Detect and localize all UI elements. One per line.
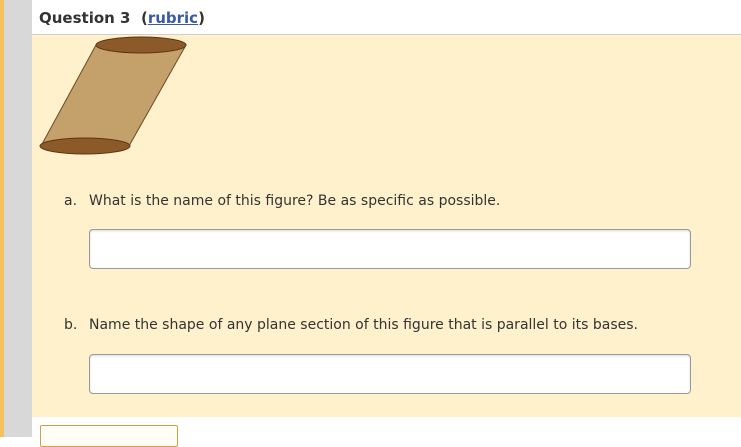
question-b-prompt: b. Name the shape of any plane section of… [64,317,638,333]
oblique-cylinder-figure [39,36,187,155]
cylinder-body [40,44,187,147]
question-b-letter: b. [64,317,78,333]
footer-strip [32,417,741,447]
question-panel: a. What is the name of this figure? Be as… [32,35,741,417]
question-number: Question 3 [39,9,131,27]
question-header: Question 3 (rubric) [32,0,741,35]
rubric-link[interactable]: rubric [148,9,198,27]
question-b-text: Name the shape of any plane section of t… [89,317,638,333]
submit-button-label [41,426,177,432]
left-gutter [4,0,32,437]
answer-a-input[interactable] [89,229,691,269]
answer-b-input[interactable] [89,354,691,394]
cylinder-top-base [95,36,187,54]
cylinder-bottom-base [39,137,131,155]
submit-button[interactable] [40,425,178,447]
question-a-letter: a. [64,193,78,209]
question-a-text: What is the name of this figure? Be as s… [89,193,501,209]
question-a-prompt: a. What is the name of this figure? Be as… [64,193,500,209]
question-title: Question 3 (rubric) [39,9,205,27]
